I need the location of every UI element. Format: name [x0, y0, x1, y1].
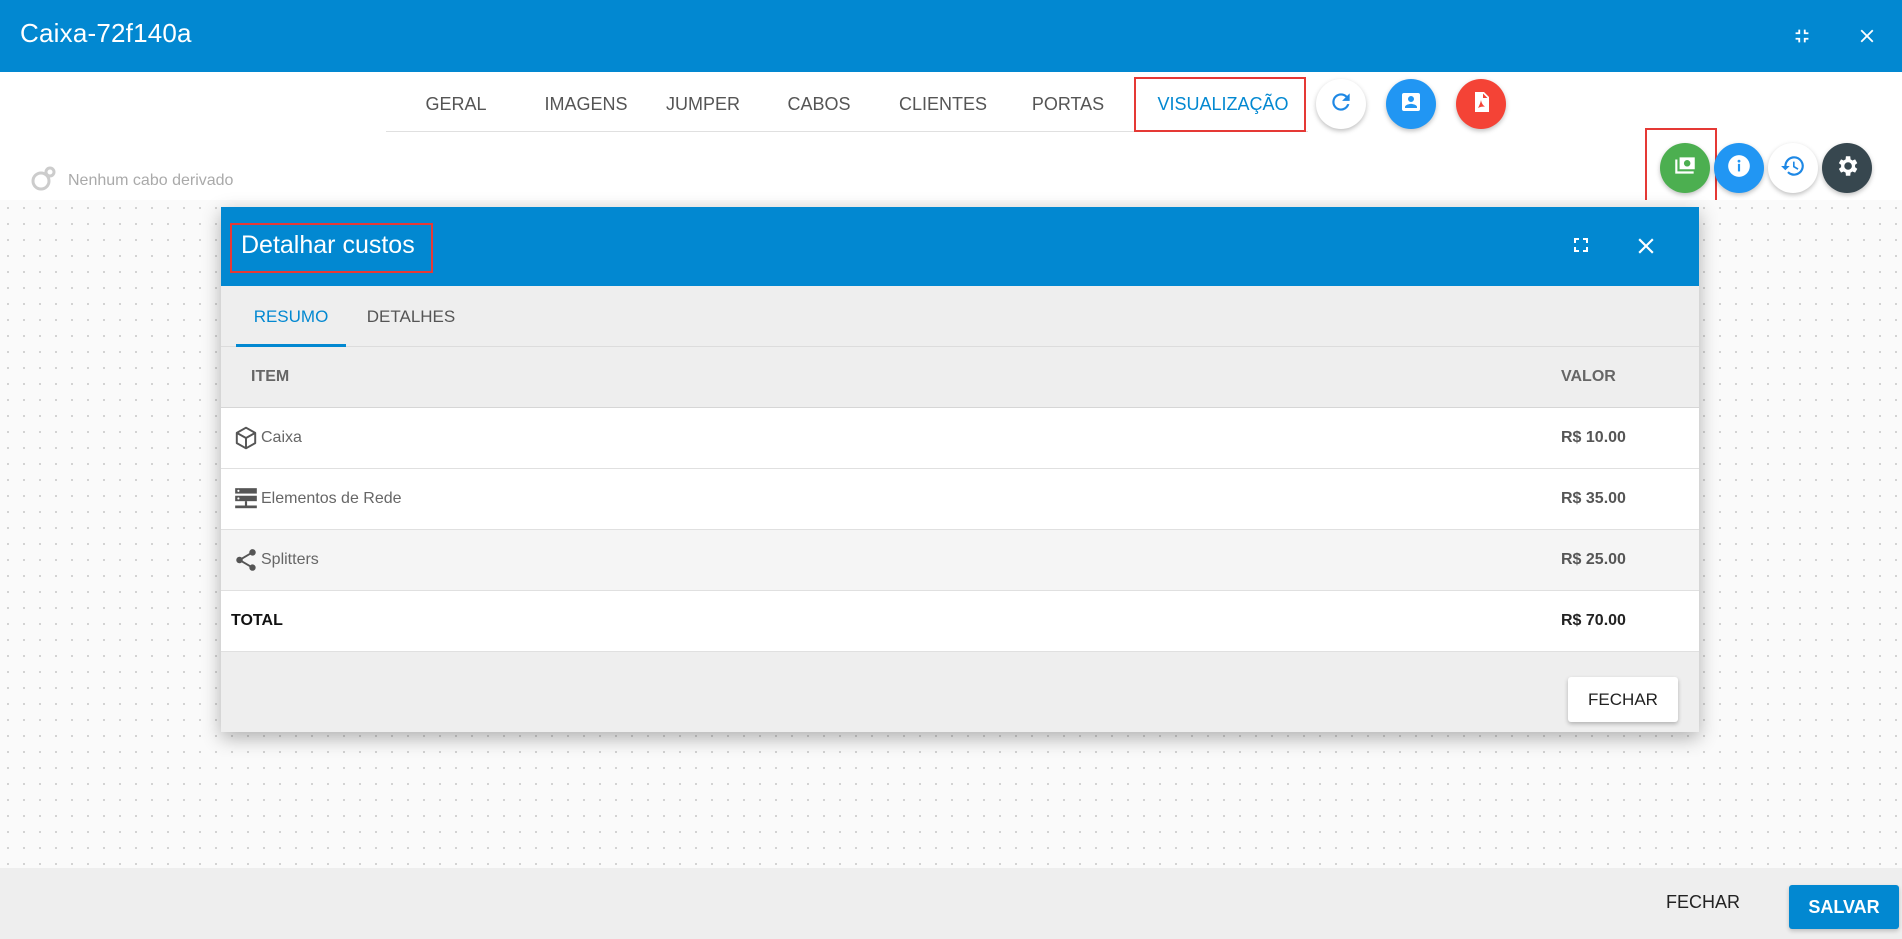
info-button[interactable]	[1714, 143, 1764, 193]
row-label: Elementos de Rede	[261, 490, 402, 507]
pdf-button[interactable]	[1456, 79, 1506, 129]
column-value: VALOR	[1561, 368, 1616, 385]
row-value: R$ 25.00	[1561, 551, 1626, 568]
dialog-close-icon[interactable]	[1633, 233, 1661, 261]
server-icon	[233, 486, 259, 512]
settings-icon	[1834, 153, 1860, 184]
window-title: Caixa-72f140a	[20, 18, 192, 48]
refresh-button[interactable]	[1316, 79, 1366, 129]
total-row: TOTAL R$ 70.00	[221, 591, 1699, 652]
main-tabs: GERAL IMAGENS JUMPER CABOS CLIENTES PORT…	[386, 76, 1308, 132]
row-value: R$ 35.00	[1561, 490, 1626, 507]
row-label: Caixa	[261, 429, 302, 446]
bottom-action-bar: FECHAR SALVAR	[0, 868, 1902, 939]
costs-button[interactable]	[1660, 143, 1710, 193]
tab-imagens[interactable]: IMAGENS	[526, 76, 646, 132]
table-header: ITEM VALOR	[221, 347, 1699, 408]
row-label: Splitters	[261, 551, 319, 568]
costs-icon	[1672, 153, 1698, 184]
dialog-header: Detalhar custos	[221, 207, 1699, 286]
save-button[interactable]: SALVAR	[1789, 885, 1899, 929]
no-cable-indicator: Nenhum cabo derivado	[30, 164, 233, 197]
tab-clientes[interactable]: CLIENTES	[878, 76, 1008, 132]
contact-button[interactable]	[1386, 79, 1436, 129]
share-icon	[233, 547, 259, 573]
pdf-icon	[1469, 90, 1493, 119]
cable-icon	[30, 164, 58, 197]
total-value: R$ 70.00	[1561, 612, 1626, 629]
tab-detalhes[interactable]: DETALHES	[356, 286, 466, 347]
dialog-title: Detalhar custos	[241, 231, 415, 259]
app-bar: Caixa-72f140a	[0, 0, 1902, 72]
tab-jumper[interactable]: JUMPER	[646, 76, 760, 132]
no-cable-text: Nenhum cabo derivado	[68, 171, 234, 189]
contact-icon	[1399, 90, 1423, 119]
close-button[interactable]: FECHAR	[1666, 892, 1740, 913]
fullscreen-icon[interactable]	[1569, 233, 1597, 261]
tab-geral[interactable]: GERAL	[386, 76, 526, 132]
cost-detail-dialog: Detalhar custos RESUMO DETALHES ITEM VAL…	[221, 207, 1699, 732]
tab-portas[interactable]: PORTAS	[1008, 76, 1128, 132]
box-icon	[233, 425, 259, 451]
column-item: ITEM	[251, 368, 290, 385]
history-icon	[1780, 153, 1806, 184]
info-icon	[1726, 153, 1752, 184]
close-icon[interactable]	[1845, 14, 1889, 58]
tab-cabos[interactable]: CABOS	[760, 76, 878, 132]
table-row: Caixa R$ 10.00	[221, 408, 1699, 469]
row-value: R$ 10.00	[1561, 429, 1626, 446]
dialog-footer: FECHAR	[221, 652, 1699, 732]
dialog-close-button[interactable]: FECHAR	[1568, 677, 1678, 722]
dialog-tabs: RESUMO DETALHES	[221, 286, 1699, 347]
settings-button[interactable]	[1822, 143, 1872, 193]
table-row: Elementos de Rede R$ 35.00	[221, 469, 1699, 530]
tab-visualizacao[interactable]: VISUALIZAÇÃO	[1138, 76, 1308, 132]
table-row: Splitters R$ 25.00	[221, 530, 1699, 591]
fullscreen-exit-icon[interactable]	[1780, 14, 1824, 58]
history-button[interactable]	[1768, 143, 1818, 193]
refresh-icon	[1328, 89, 1354, 120]
total-label: TOTAL	[231, 612, 283, 629]
tab-resumo[interactable]: RESUMO	[236, 286, 346, 347]
